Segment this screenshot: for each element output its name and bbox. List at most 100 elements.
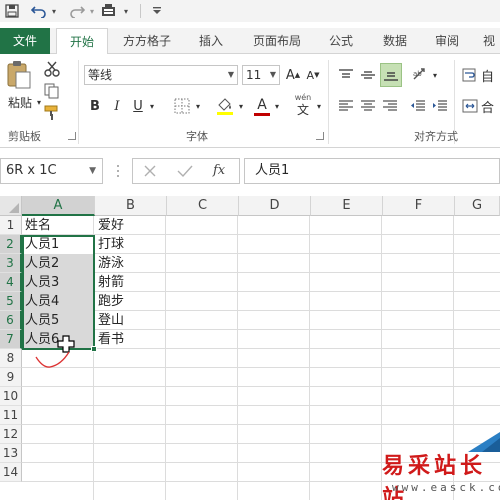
increase-indent-icon[interactable] — [430, 96, 450, 116]
shrink-font-button[interactable]: A ▼ — [304, 65, 322, 85]
row-header[interactable]: 9 — [0, 368, 22, 387]
form-dropdown-icon[interactable]: ▾ — [121, 2, 131, 20]
font-color-dropdown-icon[interactable]: ▾ — [272, 96, 282, 116]
tab-insert[interactable]: 插入 — [188, 28, 234, 54]
row-header[interactable]: 1 — [0, 216, 22, 235]
column-header-A[interactable]: A — [22, 196, 95, 216]
italic-button[interactable]: I — [108, 96, 126, 116]
align-top-icon[interactable] — [336, 64, 356, 86]
cell-B2[interactable]: 打球 — [96, 235, 166, 254]
formula-buttons: fx — [132, 158, 240, 184]
tab-formulas[interactable]: 公式 — [318, 28, 364, 54]
merge-center-label: 合 — [481, 100, 495, 116]
fill-handle[interactable] — [91, 346, 97, 352]
row-header[interactable]: 8 — [0, 349, 22, 368]
align-middle-icon[interactable] — [358, 64, 378, 86]
font-color-button[interactable]: A — [252, 94, 272, 118]
chevron-down-icon: ▼ — [89, 166, 96, 176]
tab-page-layout[interactable]: 页面布局 — [244, 28, 310, 54]
cancel-icon[interactable] — [143, 164, 157, 178]
cut-icon[interactable] — [42, 60, 62, 78]
phonetic-bottom-label: 文 — [296, 103, 309, 117]
fill-color-dropdown-icon[interactable]: ▾ — [236, 96, 246, 116]
font-size-select[interactable]: 11 ▼ — [242, 65, 280, 85]
redo-dropdown-icon[interactable]: ▾ — [87, 2, 97, 20]
formula-bar-grip[interactable] — [116, 162, 120, 180]
fill-color-icon[interactable] — [214, 94, 236, 118]
cell-B3[interactable]: 游泳 — [96, 254, 166, 273]
merge-center-icon — [462, 99, 478, 113]
phonetic-dropdown-icon[interactable]: ▾ — [314, 96, 324, 116]
font-launcher-icon[interactable] — [316, 132, 324, 140]
row-header[interactable]: 13 — [0, 444, 22, 463]
row-header[interactable]: 4 — [0, 273, 22, 292]
borders-icon[interactable] — [172, 96, 192, 116]
underline-button[interactable]: U — [130, 96, 146, 116]
paste-button[interactable]: 粘贴 — [4, 94, 36, 110]
formula-input[interactable]: 人员1 — [244, 158, 500, 184]
orientation-dropdown-icon[interactable]: ▾ — [430, 66, 440, 84]
form-icon[interactable] — [100, 2, 120, 20]
undo-dropdown-icon[interactable]: ▾ — [49, 2, 59, 20]
column-header-F[interactable]: F — [383, 196, 455, 216]
merge-center-button[interactable]: 合 — [462, 96, 500, 116]
row-header[interactable]: 10 — [0, 387, 22, 406]
row-header[interactable]: 6 — [0, 311, 22, 330]
customize-icon[interactable] — [150, 2, 164, 20]
tab-view[interactable]: 视 — [478, 28, 500, 54]
column-header-B[interactable]: B — [95, 196, 167, 216]
row-header[interactable]: 12 — [0, 425, 22, 444]
cell-B7[interactable]: 看书 — [96, 330, 166, 349]
clipboard-launcher-icon[interactable] — [68, 132, 76, 140]
save-icon[interactable] — [4, 2, 20, 20]
paste-icon[interactable] — [4, 60, 34, 90]
font-group-label: 字体 — [186, 130, 208, 143]
wrap-text-button[interactable]: 自 — [462, 64, 500, 86]
row-header[interactable]: 3 — [0, 254, 22, 273]
tab-fangfang[interactable]: 方方格子 — [114, 28, 180, 54]
wrap-text-icon — [462, 68, 476, 82]
enter-icon[interactable] — [177, 164, 193, 178]
row-header[interactable]: 5 — [0, 292, 22, 311]
align-bottom-icon[interactable] — [380, 63, 402, 87]
undo-icon[interactable] — [30, 2, 48, 20]
borders-dropdown-icon[interactable]: ▾ — [193, 96, 203, 116]
column-header-E[interactable]: E — [311, 196, 383, 216]
align-center-icon[interactable] — [358, 96, 378, 116]
row-header[interactable]: 11 — [0, 406, 22, 425]
row-header[interactable]: 14 — [0, 463, 22, 482]
column-header-C[interactable]: C — [167, 196, 239, 216]
row-header[interactable]: 2 — [0, 235, 22, 254]
bold-button[interactable]: B — [86, 96, 104, 116]
tab-data[interactable]: 数据 — [372, 28, 418, 54]
column-header-D[interactable]: D — [239, 196, 311, 216]
tab-file[interactable]: 文件 — [0, 28, 50, 54]
select-all-button[interactable] — [0, 196, 22, 216]
quick-access-toolbar: ▾ ▾ ▾ — [0, 0, 500, 22]
orientation-icon[interactable]: ab — [410, 64, 430, 86]
align-left-icon[interactable] — [336, 96, 356, 116]
decrease-indent-icon[interactable] — [408, 96, 428, 116]
tab-home[interactable]: 开始 — [56, 28, 108, 55]
format-painter-icon[interactable] — [42, 104, 62, 122]
column-header-G[interactable]: G — [455, 196, 500, 216]
svg-text:ab: ab — [413, 70, 422, 78]
qat-divider — [140, 4, 141, 18]
cell-B4[interactable]: 射箭 — [96, 273, 166, 292]
cell-A1[interactable]: 姓名 — [23, 216, 94, 235]
cell-B1[interactable]: 爱好 — [96, 216, 166, 235]
insert-function-button[interactable]: fx — [213, 161, 233, 181]
name-box[interactable]: 6R x 1C ▼ — [0, 158, 103, 184]
copy-icon[interactable] — [42, 82, 62, 100]
grow-font-button[interactable]: A ▲ — [284, 65, 302, 85]
align-right-icon[interactable] — [380, 96, 400, 116]
watermark-url: www.easck.com — [392, 481, 500, 494]
cell-B6[interactable]: 登山 — [96, 311, 166, 330]
redo-icon[interactable] — [68, 2, 86, 20]
phonetic-button[interactable]: wén 文 — [292, 92, 314, 118]
underline-dropdown-icon[interactable]: ▾ — [147, 96, 157, 116]
row-header[interactable]: 7 — [0, 330, 22, 349]
font-name-select[interactable]: 等线 ▼ — [84, 65, 238, 85]
tab-review[interactable]: 审阅 — [424, 28, 470, 54]
cell-B5[interactable]: 跑步 — [96, 292, 166, 311]
